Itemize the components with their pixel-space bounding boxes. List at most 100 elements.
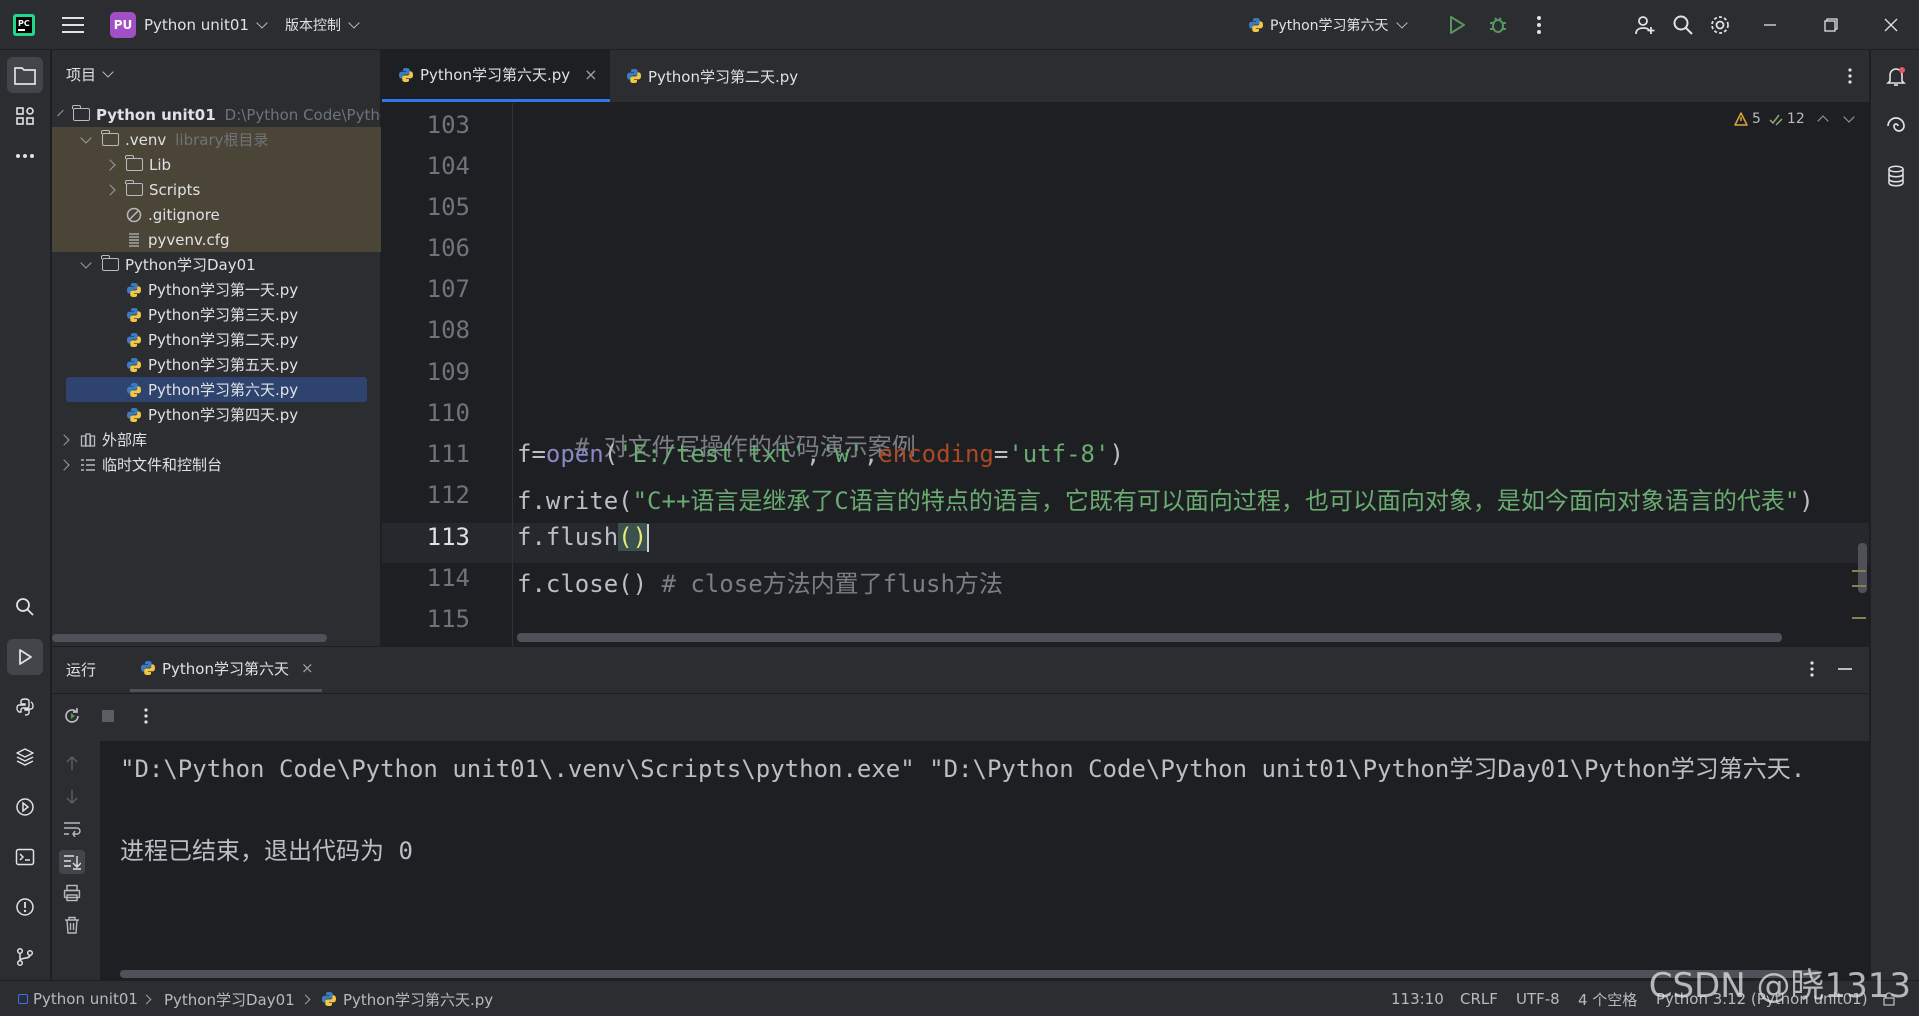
indent-setting[interactable]: 4 个空格 [1578,981,1637,1016]
close-tab-icon[interactable]: × [584,65,597,84]
notifications-bell-icon[interactable] [1883,63,1909,89]
settings-gear-icon[interactable] [1709,0,1731,50]
editor-horizontal-scrollbar[interactable] [517,633,1782,642]
tree-item-file-selected[interactable]: Python学习第六天.py [66,377,367,402]
code-param: encoding [878,440,994,468]
chevron-down-icon [348,16,360,29]
main-menu-icon[interactable] [62,0,84,50]
scroll-to-end-icon[interactable] [59,850,85,874]
warning-stripe-marker[interactable] [1852,570,1866,572]
tree-item-lib[interactable]: Lib [52,152,381,177]
find-tool-icon[interactable] [7,589,43,625]
code-token: ( [603,440,619,468]
debug-button[interactable] [1488,0,1508,50]
code-editor[interactable]: 5 12 103 104 105 106 107 108 109 110 111… [382,103,1869,646]
tree-item-gitignore[interactable]: .gitignore [52,202,381,227]
folder-icon [72,105,90,121]
warning-stripe-marker[interactable] [1852,617,1866,619]
tree-item-venv[interactable]: .venv library根目录 [52,127,381,152]
git-branch-icon[interactable] [7,939,43,975]
packages-layers-icon[interactable] [7,739,43,775]
python-file-icon [399,67,413,82]
previous-highlight-icon[interactable] [1817,115,1829,127]
bug-icon [1490,17,1506,33]
run-options-icon[interactable] [1804,659,1820,679]
run-tab[interactable]: Python学习第六天 × [130,647,322,692]
title-bar: PC PU Python unit01 版本控制 Python学习第六天 [0,0,1919,50]
tab-python-day2[interactable]: Python学习第二天.py [626,50,826,102]
tree-item-root[interactable]: Python unit01 D:\Python Code\Python unit… [52,102,381,127]
svg-text:PC: PC [18,19,30,28]
search-icon[interactable] [1672,0,1694,50]
cursor-position[interactable]: 113:10 [1391,981,1444,1016]
run-tool-icon[interactable] [7,639,43,675]
tree-item-file[interactable]: Python学习第一天.py [52,277,381,302]
ai-assistant-icon[interactable] [1883,113,1909,139]
project-selector[interactable]: PU Python unit01 [110,0,268,50]
tree-item-scratches[interactable]: 临时文件和控制台 [52,452,381,477]
run-config-selector[interactable]: Python学习第六天 [1248,0,1408,50]
services-icon[interactable] [7,789,43,825]
warning-icon [1734,112,1748,126]
chevron-down-icon [256,16,268,29]
database-icon[interactable] [1883,163,1909,189]
tree-item-external-libs[interactable]: 外部库 [52,427,381,452]
add-user-icon[interactable] [1634,0,1656,50]
vcs-menu[interactable]: 版本控制 [285,0,360,50]
tree-item-file[interactable]: Python学习第二天.py [52,327,381,352]
breadcrumb-project[interactable]: Python unit01 [18,981,138,1016]
inspection-widget[interactable]: 5 12 [1734,111,1855,127]
tree-item-day01[interactable]: Python学习Day01 [52,252,381,277]
more-tools-icon[interactable] [7,138,43,174]
tree-item-label: .venv [125,130,167,149]
file-encoding[interactable]: UTF-8 [1516,981,1560,1016]
scroll-down-icon[interactable] [62,787,82,807]
close-icon[interactable] [1884,0,1898,50]
tab-python-day6[interactable]: Python学习第六天.py × [382,50,610,102]
minimize-icon[interactable] [1763,0,1777,50]
stop-icon[interactable] [98,706,118,726]
code-token: , [863,440,879,468]
structure-tool-icon[interactable] [7,98,43,134]
print-icon[interactable] [62,883,82,903]
scroll-up-icon[interactable] [62,753,82,773]
tree-item-label: .gitignore [148,205,220,224]
editor-tab-bar: Python学习第六天.py × Python学习第二天.py [382,50,1869,103]
horizontal-scrollbar[interactable] [52,634,327,642]
breadcrumb-file[interactable]: Python学习第六天.py [321,981,493,1016]
next-highlight-icon[interactable] [1843,111,1855,123]
python-console-icon[interactable] [7,689,43,725]
soft-wrap-icon[interactable] [62,819,82,839]
code-token: , [806,440,821,468]
tree-item-scripts[interactable]: Scripts [52,177,381,202]
code-token: f.close() [517,570,662,598]
more-run-actions-icon[interactable] [140,706,152,726]
project-panel-header[interactable]: 项目 [66,64,114,85]
terminal-icon[interactable] [7,839,43,875]
run-tab-label: Python学习第六天 [162,659,289,678]
close-tab-icon[interactable]: × [301,659,314,677]
restore-icon[interactable] [1824,0,1838,50]
trash-icon[interactable] [62,915,82,935]
project-tool-icon[interactable] [7,57,43,93]
tree-item-file[interactable]: Python学习第四天.py [52,402,381,427]
console-output[interactable]: "D:\Python Code\Python unit01\.venv\Scri… [100,741,1869,980]
tab-options-icon[interactable] [1842,66,1858,86]
more-actions-icon[interactable] [1536,0,1542,50]
tree-item-file[interactable]: Python学习第三天.py [52,302,381,327]
problems-icon[interactable] [7,889,43,925]
vcs-label: 版本控制 [285,18,341,34]
console-horizontal-scrollbar[interactable] [120,970,1820,978]
tree-item-pyvenv[interactable]: pyvenv.cfg [52,227,381,252]
hide-panel-icon[interactable] [1836,659,1854,679]
tree-item-label: Python学习Day01 [125,256,256,274]
app-logo-icon[interactable]: PC [12,0,36,50]
line-ending[interactable]: CRLF [1460,981,1498,1016]
tree-item-file[interactable]: Python学习第五天.py [52,352,381,377]
right-tool-strip [1870,50,1919,980]
run-button[interactable] [1447,0,1467,50]
rerun-icon[interactable] [62,706,82,726]
breadcrumb-folder[interactable]: Python学习Day01 [164,981,295,1016]
folder-icon [101,130,119,146]
warning-stripe-marker[interactable] [1852,585,1866,587]
